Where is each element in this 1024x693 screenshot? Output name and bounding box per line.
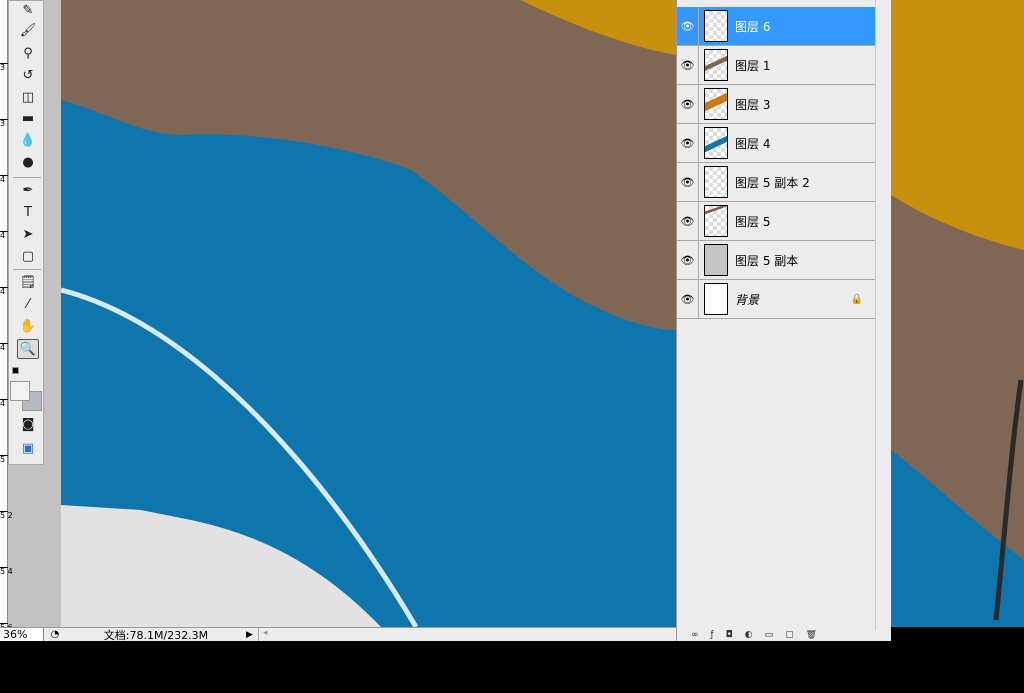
- layer-thumbnail: [704, 205, 728, 237]
- layer-row[interactable]: 👁 图层 3: [677, 85, 875, 124]
- layer-name: 图层 5: [735, 214, 771, 229]
- horizontal-scrollbar[interactable]: ◂: [258, 628, 676, 641]
- ruler-label-text: 4 2: [0, 231, 13, 240]
- layer-name: 图层 6: [735, 19, 771, 34]
- layer-name: 图层 5 副本 2: [735, 175, 810, 190]
- shape-tool-icon[interactable]: ▢: [17, 247, 39, 267]
- ruler-label-text: 4 0: [0, 175, 13, 184]
- ruler-label-text: 5 0: [0, 455, 13, 464]
- artwork-right: [891, 0, 1024, 627]
- visibility-eye-icon[interactable]: 👁: [677, 202, 699, 240]
- quick-mask-icon[interactable]: ◙: [17, 415, 39, 435]
- ruler-label: 4 2: [0, 231, 13, 240]
- type-tool-icon[interactable]: T: [17, 203, 39, 223]
- visibility-eye-icon[interactable]: 👁: [677, 7, 699, 45]
- ruler-label: 3 8: [0, 119, 13, 128]
- ruler-label: 4 4: [0, 287, 13, 296]
- zoom-level-field[interactable]: 36%: [0, 628, 44, 641]
- pen-tool-icon[interactable]: ✒: [17, 181, 39, 201]
- clone-stamp-tool-icon[interactable]: ⚲: [17, 44, 39, 64]
- ruler-label: 4 8: [0, 399, 13, 408]
- layer-thumbnail: [704, 166, 728, 198]
- dodge-tool-icon[interactable]: ●: [17, 153, 39, 173]
- layers-panel: ∞ƒ◘◐▭▢🗑 👁 图层 6 👁 图层 1 👁 图层 3 👁 图层 4 👁 图层 5 副本 2 👁 图…: [676, 0, 891, 641]
- ruler-label-text: 4 4: [0, 287, 13, 296]
- tools-panel: ✎ 🖌 ⚲ ↺ ◫ ▬ 💧 ● ✒ T ➤ ▢ 🗒 ⁄ ✋ 🔍 ◙ ▣: [8, 0, 44, 465]
- blur-tool-icon[interactable]: 💧: [17, 131, 39, 151]
- visibility-eye-icon[interactable]: 👁: [677, 46, 699, 84]
- brush-tool-icon[interactable]: 🖌: [17, 21, 39, 41]
- lock-icon: 🔒: [850, 293, 863, 305]
- history-brush-tool-icon[interactable]: ↺: [17, 66, 39, 86]
- document-canvas[interactable]: [61, 0, 676, 627]
- layer-name: 图层 5 副本: [735, 253, 799, 268]
- eyedropper-tool-icon[interactable]: ⁄: [17, 295, 39, 315]
- ruler-label: 5 0: [0, 455, 13, 464]
- layer-thumbnail: [704, 49, 728, 81]
- hand-tool-icon[interactable]: ✋: [17, 317, 39, 337]
- layer-name: 图层 4: [735, 136, 771, 151]
- ruler-label-text: 3 6: [0, 63, 13, 72]
- ruler-label: 4 6: [0, 343, 13, 352]
- screen-mode-icon[interactable]: ▣: [17, 439, 39, 459]
- zoom-tool-icon[interactable]: 🔍: [17, 339, 39, 359]
- foreground-color-swatch[interactable]: [10, 381, 30, 401]
- visibility-eye-icon[interactable]: 👁: [677, 163, 699, 201]
- layer-row[interactable]: 👁 图层 1: [677, 46, 875, 85]
- layer-thumbnail: [704, 88, 728, 120]
- layer-row[interactable]: 👁 图层 5: [677, 202, 875, 241]
- layer-thumbnail: [704, 127, 728, 159]
- gradient-tool-icon[interactable]: ▬: [17, 109, 39, 129]
- layer-name: 图层 1: [735, 58, 771, 73]
- ruler-label: 3 6: [0, 63, 13, 72]
- ruler-label: 4 0: [0, 175, 13, 184]
- document-size: 文档:78.1M/232.3M: [103, 628, 209, 642]
- vertical-ruler: 3 63 84 04 24 44 64 85 05 25 45 6: [0, 0, 13, 632]
- layer-row[interactable]: 👁 图层 4: [677, 124, 875, 163]
- layer-thumbnail: [704, 244, 728, 276]
- visibility-eye-icon[interactable]: 👁: [677, 280, 699, 318]
- divider: [13, 177, 41, 178]
- path-selection-tool-icon[interactable]: ➤: [17, 225, 39, 245]
- document-canvas-right[interactable]: [891, 0, 1024, 627]
- layer-name: 背景: [735, 292, 760, 307]
- visibility-eye-icon[interactable]: 👁: [677, 85, 699, 123]
- layer-row[interactable]: 👁 图层 5 副本: [677, 241, 875, 280]
- ruler-label-text: 5 4: [0, 567, 13, 576]
- status-menu-arrow-button[interactable]: ▶: [246, 630, 258, 640]
- notes-tool-icon[interactable]: 🗒: [17, 273, 39, 293]
- ruler-label-text: 3 8: [0, 119, 13, 128]
- layer-row[interactable]: 👁 图层 6: [677, 7, 875, 46]
- visibility-eye-icon[interactable]: 👁: [677, 241, 699, 279]
- divider: [13, 269, 41, 270]
- layer-name: 图层 3: [735, 97, 771, 112]
- default-colors-icon[interactable]: [12, 367, 19, 374]
- layer-row[interactable]: 👁 背景 🔒: [677, 280, 875, 319]
- healing-brush-tool-icon[interactable]: ✎: [17, 1, 39, 21]
- ruler-label: 5 4: [0, 567, 13, 576]
- layers-panel-toolbar: ∞ƒ◘◐▭▢🗑: [691, 630, 830, 640]
- clock-icon: ◔: [50, 629, 60, 640]
- layer-row[interactable]: 👁 图层 5 副本 2: [677, 163, 875, 202]
- visibility-eye-icon[interactable]: 👁: [677, 124, 699, 162]
- artwork: [61, 0, 676, 627]
- status-bar: 36% ◔ 文档:78.1M/232.3M ▶ ◂: [0, 627, 676, 642]
- layer-thumbnail: [704, 283, 728, 315]
- layers-scrollbar[interactable]: [875, 0, 891, 630]
- ruler-label: 5 2: [0, 511, 13, 520]
- layer-thumbnail: [704, 10, 728, 42]
- eraser-tool-icon[interactable]: ◫: [17, 88, 39, 108]
- ruler-label-text: 5 2: [0, 511, 13, 520]
- ruler-label-text: 4 8: [0, 399, 13, 408]
- ruler-label-text: 4 6: [0, 343, 13, 352]
